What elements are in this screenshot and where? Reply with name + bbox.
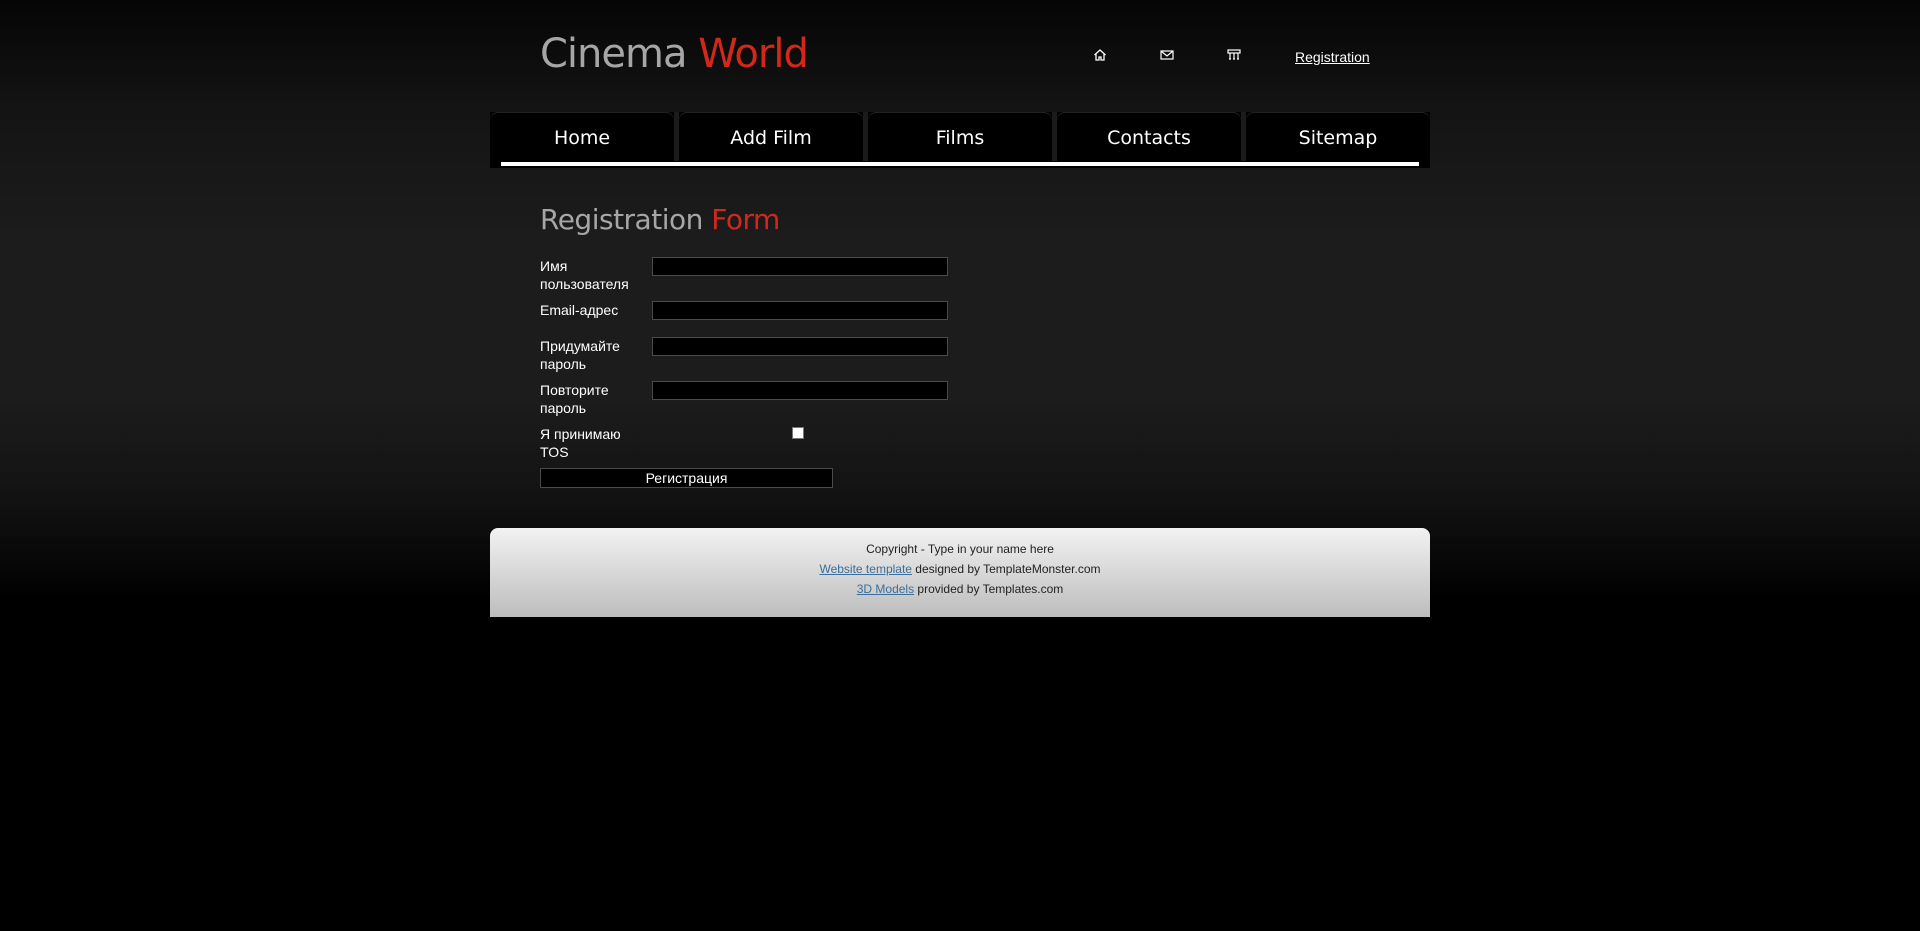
nav-tab-sitemap[interactable]: Sitemap bbox=[1246, 112, 1430, 161]
confirm-password-label: Повторите пароль bbox=[540, 382, 609, 416]
confirm-password-field[interactable] bbox=[652, 381, 948, 400]
website-template-link[interactable]: Website template bbox=[819, 562, 912, 576]
nav-tab-add-film[interactable]: Add Film bbox=[679, 112, 863, 161]
mail-icon[interactable] bbox=[1159, 47, 1175, 63]
username-field[interactable] bbox=[652, 257, 948, 276]
password-label: Придумайте пароль bbox=[540, 338, 620, 372]
footer-template-text: designed by TemplateMonster.com bbox=[911, 562, 1101, 576]
page-container: Cinema World Registration Home Add Film … bbox=[490, 0, 1430, 620]
nav-tab-home[interactable]: Home bbox=[490, 112, 674, 161]
page-title: Registration Form bbox=[540, 200, 780, 240]
footer-template-line: Website template designed by TemplateMon… bbox=[490, 562, 1430, 576]
password-field[interactable] bbox=[652, 337, 948, 356]
footer-models-line: 3D Models provided by Templates.com bbox=[490, 582, 1430, 596]
main-nav: Home Add Film Films Contacts Sitemap bbox=[490, 112, 1430, 168]
register-button[interactable]: Регистрация bbox=[540, 468, 833, 488]
home-icon[interactable] bbox=[1092, 47, 1108, 63]
nav-tab-films[interactable]: Films bbox=[868, 112, 1052, 161]
tos-checkbox[interactable] bbox=[792, 427, 804, 439]
footer: Copyright - Type in your name here Websi… bbox=[490, 528, 1430, 617]
header-icon-bar: Registration bbox=[490, 45, 1430, 69]
nav-tab-contacts[interactable]: Contacts bbox=[1057, 112, 1241, 161]
tos-label: Я принимаю TOS bbox=[540, 426, 621, 460]
sitemap-icon[interactable] bbox=[1226, 47, 1242, 63]
3d-models-link[interactable]: 3D Models bbox=[857, 582, 914, 596]
footer-copyright: Copyright - Type in your name here bbox=[866, 542, 1054, 556]
email-field[interactable] bbox=[652, 301, 948, 320]
page-title-form: Form bbox=[711, 203, 780, 236]
page-title-registration: Registration bbox=[540, 203, 703, 236]
username-label: Имя пользователя bbox=[540, 258, 629, 292]
footer-models-text: provided by Templates.com bbox=[914, 582, 1064, 596]
nav-underline bbox=[501, 162, 1419, 166]
email-label: Email-адрес bbox=[540, 302, 619, 318]
registration-link[interactable]: Registration bbox=[1295, 49, 1370, 65]
